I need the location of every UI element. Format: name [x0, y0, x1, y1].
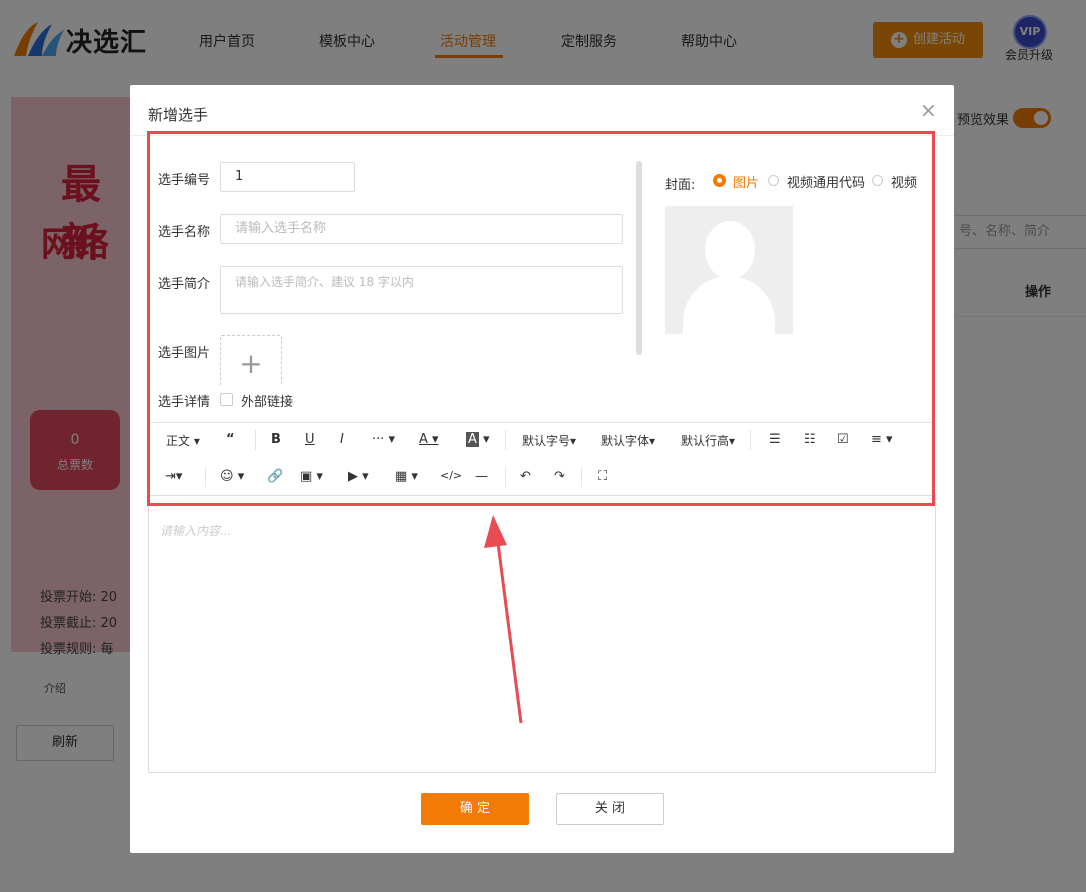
dialog-title: 新增选手	[148, 106, 209, 124]
confirm-button[interactable]: 确 定	[421, 793, 529, 825]
rich-text-editor[interactable]: 请输入内容...	[148, 495, 936, 773]
add-player-dialog: 新增选手 × 选手编号 1 选手名称 请输入选手名称 选手简介 请输入选手简介、…	[130, 85, 954, 853]
close-button[interactable]: 关 闭	[556, 793, 664, 825]
highlight-box	[147, 131, 935, 506]
editor-placeholder: 请输入内容...	[160, 524, 232, 538]
close-icon[interactable]: ×	[920, 98, 937, 122]
